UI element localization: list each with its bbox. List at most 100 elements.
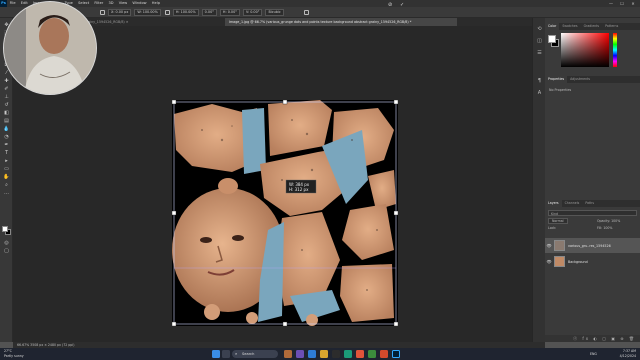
angle-field[interactable]: 0.00° <box>201 8 217 16</box>
zoom-tool-icon[interactable]: ⌕ <box>3 182 10 188</box>
tab-active-document[interactable]: Image_1.jpg @ 66.7% (various_grunge dots… <box>225 18 457 26</box>
foreground-color-swatch[interactable] <box>2 226 8 232</box>
photoshop-taskbar-icon[interactable] <box>392 350 400 358</box>
width-percent-field[interactable]: W: 100.00% <box>134 8 161 16</box>
edge-icon[interactable] <box>344 350 352 358</box>
transform-handle[interactable] <box>393 321 398 326</box>
start-icon[interactable] <box>212 350 220 358</box>
weather-widget[interactable]: 27°C Partly sunny <box>4 349 24 358</box>
menu-bar: Ps File Edit Image Layer Type Select Fil… <box>0 0 640 7</box>
cancel-transform-icon[interactable]: ⊘ <box>388 2 392 9</box>
layer-filter-select[interactable]: Kind <box>548 210 637 216</box>
transform-handle[interactable] <box>393 100 398 105</box>
canvas-area[interactable]: W: 384 px H: 312 px <box>13 26 545 342</box>
move-tool-icon[interactable] <box>100 9 105 15</box>
tab-channels[interactable]: Channels <box>562 200 583 207</box>
taskbar-clock[interactable]: 7:37 AM 4/12/2024 <box>612 349 636 359</box>
tab-properties[interactable]: Properties <box>545 76 568 83</box>
more-tools-icon[interactable]: … <box>3 190 10 196</box>
v-skew-field[interactable]: V: 0.00° <box>242 8 263 16</box>
tab-swatches[interactable]: Swatches <box>559 23 580 30</box>
minimize-button[interactable]: — <box>606 0 616 7</box>
widgets-icon[interactable] <box>222 350 230 358</box>
menu-view[interactable]: View <box>116 0 130 7</box>
tab-patterns[interactable]: Patterns <box>602 23 621 30</box>
taskbar-search[interactable]: ⌕ Search <box>232 350 278 358</box>
clone-stamp-tool-icon[interactable]: ⊥ <box>3 94 10 100</box>
type-tool-icon[interactable]: T <box>3 150 10 156</box>
layer-thumbnail <box>554 256 565 267</box>
interpolation-select[interactable]: Bicubic <box>265 8 284 16</box>
chrome-icon[interactable] <box>368 350 376 358</box>
tab-paths[interactable]: Paths <box>582 200 597 207</box>
history-brush-tool-icon[interactable]: ↺ <box>3 102 10 108</box>
healing-brush-tool-icon[interactable]: ✚ <box>3 78 10 84</box>
app-icon[interactable] <box>284 350 292 358</box>
h-skew-field[interactable]: H: 0.00° <box>219 8 240 16</box>
app-icon[interactable] <box>380 350 388 358</box>
foreground-color-chip[interactable] <box>548 35 556 43</box>
menu-help[interactable]: Help <box>149 0 162 7</box>
transform-handle[interactable] <box>172 321 177 326</box>
hue-slider[interactable] <box>613 33 617 67</box>
brush-tool-icon[interactable]: ✐ <box>3 86 10 92</box>
link-icon[interactable] <box>164 9 170 15</box>
file-explorer-icon[interactable] <box>320 350 328 358</box>
visibility-eye-icon[interactable]: 👁 <box>545 259 553 264</box>
layer-row-background[interactable]: 👁 Background <box>545 254 640 269</box>
warp-icon[interactable] <box>303 9 309 15</box>
app-icon[interactable] <box>296 350 304 358</box>
dodge-tool-icon[interactable]: ◔ <box>3 134 10 140</box>
transform-handle[interactable] <box>393 210 398 216</box>
search-icon: ⌕ <box>235 351 238 356</box>
layer-row-texture[interactable]: 👁 various_gru..res_1594526 <box>545 238 640 253</box>
libraries-panel-icon[interactable]: ☰ <box>536 50 543 57</box>
blur-tool-icon[interactable]: 💧 <box>3 126 10 132</box>
rectangle-tool-icon[interactable]: ▭ <box>3 166 10 172</box>
menu-window[interactable]: Window <box>130 0 149 7</box>
layer-name: Background <box>568 259 588 264</box>
height-percent-field[interactable]: H: 100.00% <box>172 8 199 16</box>
maximize-button[interactable]: ☐ <box>617 0 627 7</box>
menu-file[interactable]: File <box>7 0 18 7</box>
language-indicator[interactable]: ENG <box>590 348 597 360</box>
layers-footer-icons[interactable]: ⓕ fx ◐ ▢ ▣ ⊕ 🗑 <box>545 335 640 342</box>
transform-handle[interactable] <box>282 100 288 105</box>
hand-tool-icon[interactable]: ✋ <box>3 174 10 180</box>
tab-gradients[interactable]: Gradients <box>581 23 603 30</box>
blend-mode-select[interactable]: Normal <box>548 218 568 224</box>
close-window-button[interactable]: ✕ <box>628 0 638 7</box>
opacity-field[interactable]: Opacity: 100% <box>597 219 620 223</box>
commit-transform-icon[interactable]: ✓ <box>400 2 404 9</box>
document-canvas[interactable]: W: 384 px H: 312 px <box>172 100 398 326</box>
menu-select[interactable]: Select <box>75 0 91 7</box>
x-position-field[interactable]: X: 0.00 px <box>108 8 132 16</box>
readout-height: H: 312 px <box>289 187 309 192</box>
tab-layers[interactable]: Layers <box>545 200 562 207</box>
app-icon[interactable] <box>332 350 340 358</box>
quick-mask-icon[interactable]: ◎ <box>3 240 10 246</box>
path-select-tool-icon[interactable]: ▸ <box>3 158 10 164</box>
learn-panel-icon[interactable]: ◫ <box>536 38 543 45</box>
gradient-tool-icon[interactable]: ▤ <box>3 118 10 124</box>
transform-handle[interactable] <box>172 210 177 216</box>
history-panel-icon[interactable]: ⟲ <box>536 26 543 33</box>
tab-color[interactable]: Color <box>545 23 560 30</box>
app-icon[interactable] <box>308 350 316 358</box>
eraser-tool-icon[interactable]: ◧ <box>3 110 10 116</box>
app-icon[interactable] <box>356 350 364 358</box>
transform-handle[interactable] <box>282 321 288 326</box>
screen-mode-icon[interactable]: ▢ <box>3 248 10 254</box>
properties-panel-tabs: Properties Adjustments <box>545 76 640 83</box>
paragraph-panel-icon[interactable]: ¶ <box>536 78 543 85</box>
options-bar: X: 0.00 px W: 100.00% H: 100.00% 0.00° H… <box>0 7 640 18</box>
transform-handle[interactable] <box>172 100 177 105</box>
pen-tool-icon[interactable]: ✒ <box>3 142 10 148</box>
menu-filter[interactable]: Filter <box>92 0 106 7</box>
character-panel-icon[interactable]: A <box>536 90 543 97</box>
visibility-eye-icon[interactable]: 👁 <box>545 243 553 248</box>
color-picker-field[interactable] <box>561 33 609 67</box>
tab-adjustments[interactable]: Adjustments <box>567 76 593 83</box>
menu-3d[interactable]: 3D <box>106 0 116 7</box>
fill-field[interactable]: Fill: 100% <box>597 226 612 230</box>
